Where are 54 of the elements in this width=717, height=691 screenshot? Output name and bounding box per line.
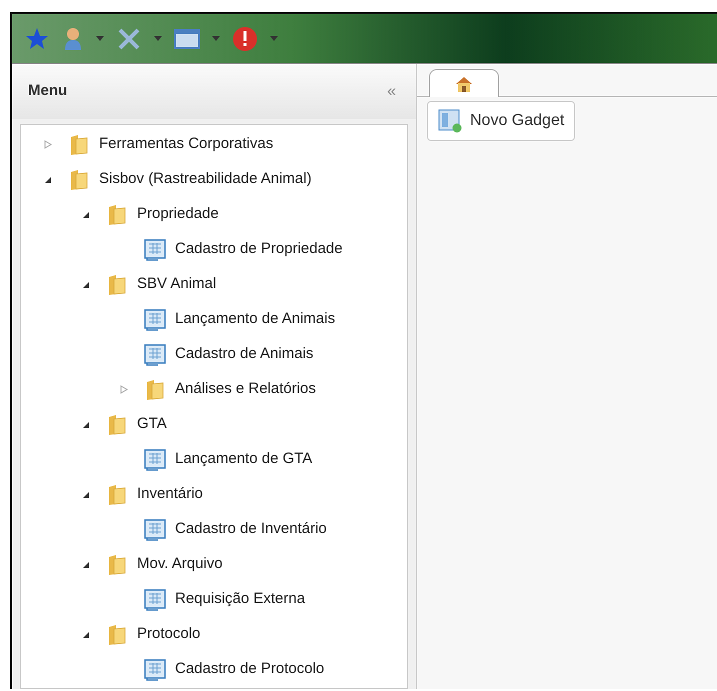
folder-icon [69, 134, 89, 156]
tree-item[interactable]: SBV Animal [137, 273, 216, 296]
folder-icon [145, 378, 165, 400]
new-gadget-button[interactable]: Novo Gadget [427, 101, 576, 141]
home-tab[interactable] [429, 69, 499, 97]
expanded-caret-icon[interactable] [82, 420, 90, 428]
form-icon [144, 588, 166, 610]
collapsed-caret-icon[interactable] [120, 385, 128, 394]
tree-item[interactable]: Cadastro de Protocolo [175, 658, 324, 681]
dropdown-caret-icon[interactable] [212, 36, 220, 41]
expanded-caret-icon[interactable] [82, 280, 90, 288]
folder-icon [107, 624, 127, 646]
tree-item[interactable]: Inventário [137, 483, 203, 506]
form-icon [144, 308, 166, 330]
folder-icon [107, 414, 127, 436]
form-icon [144, 658, 166, 680]
expanded-caret-icon[interactable] [82, 630, 90, 638]
star-icon[interactable] [24, 26, 50, 52]
house-icon [455, 74, 473, 92]
tree-item[interactable]: Sisbov (Rastreabilidade Animal) [99, 168, 312, 191]
form-icon [144, 448, 166, 470]
tree-item[interactable]: Cadastro de Animais [175, 343, 314, 366]
form-icon [144, 344, 166, 366]
dropdown-caret-icon[interactable] [96, 36, 104, 41]
tree-item[interactable]: Propriedade [137, 203, 219, 226]
folder-icon [107, 484, 127, 506]
tree-item[interactable]: Requisição Externa [175, 588, 306, 611]
tree-item[interactable]: Mov. Arquivo [137, 553, 223, 576]
window-icon[interactable] [174, 28, 200, 48]
folder-icon [107, 204, 127, 226]
expanded-caret-icon[interactable] [82, 210, 90, 218]
folder-icon [107, 554, 127, 576]
menu-title: Menu [28, 81, 68, 102]
tree-item[interactable]: GTA [137, 413, 167, 436]
form-icon [144, 238, 166, 260]
form-icon [144, 518, 166, 540]
collapsed-caret-icon[interactable] [44, 140, 52, 149]
gadget-add-icon [438, 109, 462, 133]
folder-icon [107, 274, 127, 296]
expanded-caret-icon[interactable] [82, 560, 90, 568]
tree-item[interactable]: Análises e Relatórios [175, 378, 316, 401]
alert-icon[interactable] [232, 26, 258, 52]
tree-item[interactable]: Cadastro de Inventário [175, 518, 327, 541]
expanded-caret-icon[interactable] [82, 490, 90, 498]
user-icon[interactable] [62, 26, 84, 52]
tree-item[interactable]: Cadastro de Propriedade [175, 238, 343, 261]
tree-item[interactable]: Lançamento de Animais [175, 308, 336, 331]
tree-item[interactable]: Ferramentas Corporativas [99, 133, 274, 156]
dropdown-caret-icon[interactable] [270, 36, 278, 41]
tree-item[interactable]: Lançamento de GTA [175, 448, 312, 471]
expanded-caret-icon[interactable] [44, 176, 52, 184]
folder-icon [69, 168, 89, 190]
tree-item[interactable]: Protocolo [137, 623, 200, 646]
dropdown-caret-icon[interactable] [154, 36, 162, 41]
